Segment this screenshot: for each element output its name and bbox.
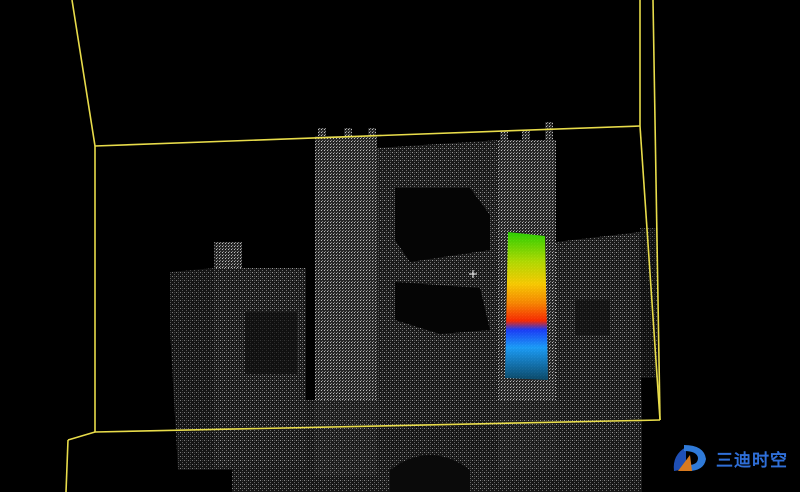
point-cloud-viewport[interactable]: 三迪时空 [0, 0, 800, 492]
highlighted-elevation-region[interactable] [505, 232, 548, 380]
watermark: 三迪时空 [670, 438, 788, 478]
logo-icon [673, 445, 706, 471]
watermark-text: 三迪时空 [716, 450, 788, 471]
point-cloud-scene[interactable] [0, 0, 800, 492]
building-point-cloud [170, 122, 658, 492]
